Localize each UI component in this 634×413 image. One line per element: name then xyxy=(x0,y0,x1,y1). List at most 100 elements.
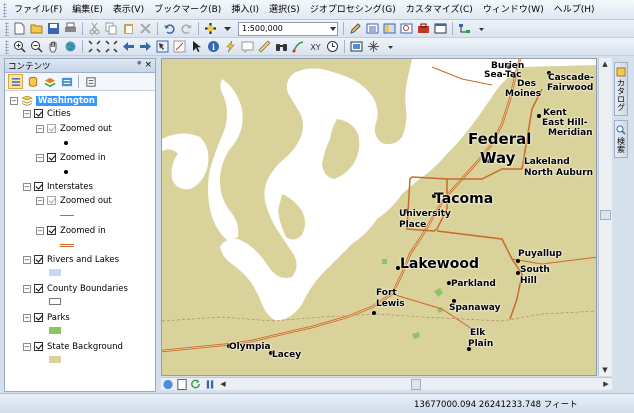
search-tab[interactable]: 検索 xyxy=(614,120,628,158)
collapse-toggle[interactable]: − xyxy=(23,284,31,293)
class-interstates-zoomed-out[interactable]: − Zoomed out xyxy=(36,194,112,207)
full-extent-button[interactable] xyxy=(63,39,78,54)
model-builder-button[interactable] xyxy=(457,21,472,36)
class-visibility-checkbox[interactable] xyxy=(47,196,56,205)
toc-options-button[interactable] xyxy=(83,74,98,89)
layer-rivers-and-lakes[interactable]: − Rivers and Lakes xyxy=(23,253,119,266)
arctoolbox-button[interactable] xyxy=(416,21,431,36)
menu-grip[interactable] xyxy=(3,2,7,17)
delete-button[interactable] xyxy=(138,21,153,36)
add-data-dropdown[interactable] xyxy=(220,21,235,36)
pause-drawing-button[interactable] xyxy=(204,379,216,390)
python-window-button[interactable] xyxy=(433,21,448,36)
toolbar-grip[interactable] xyxy=(5,39,9,54)
scroll-up-arrow[interactable]: ▲ xyxy=(599,58,611,70)
layer-visibility-checkbox[interactable] xyxy=(34,109,43,118)
scroll-thumb[interactable] xyxy=(411,378,421,390)
menu-bookmarks[interactable]: ブックマーク(B) xyxy=(149,0,226,20)
toolbar-options-dropdown[interactable] xyxy=(474,21,489,36)
map-horizontal-scrollbar[interactable]: ◀ ▶ xyxy=(161,377,612,390)
class-visibility-checkbox[interactable] xyxy=(47,153,56,162)
menu-edit[interactable]: 編集(E) xyxy=(67,0,108,20)
pin-icon[interactable]: ᵠ xyxy=(137,60,141,70)
data-frame-node[interactable]: − Washington xyxy=(10,94,97,107)
layer-cities[interactable]: − Cities xyxy=(23,107,71,120)
find-button[interactable] xyxy=(274,39,289,54)
create-viewer-window-button[interactable] xyxy=(349,39,364,54)
time-slider-button[interactable] xyxy=(325,39,340,54)
hyperlink-button[interactable] xyxy=(223,39,238,54)
clear-selection-button[interactable] xyxy=(172,39,187,54)
search-window-button[interactable] xyxy=(399,21,414,36)
cut-button[interactable] xyxy=(87,21,102,36)
collapse-toggle[interactable]: − xyxy=(23,313,31,322)
map-vertical-scrollbar[interactable]: ▲ ▼ xyxy=(598,58,612,376)
collapse-toggle[interactable]: − xyxy=(36,153,44,162)
swipe-button[interactable] xyxy=(366,39,381,54)
layer-visibility-checkbox[interactable] xyxy=(34,182,43,191)
layer-interstates[interactable]: − Interstates xyxy=(23,180,93,193)
class-cities-zoomed-in[interactable]: − Zoomed in xyxy=(36,151,106,164)
redo-button[interactable] xyxy=(179,21,194,36)
collapse-toggle[interactable]: − xyxy=(10,96,18,105)
editor-toolbar-button[interactable] xyxy=(348,21,363,36)
menu-view[interactable]: 表示(V) xyxy=(108,0,149,20)
html-popup-button[interactable] xyxy=(240,39,255,54)
copy-button[interactable] xyxy=(104,21,119,36)
undo-button[interactable] xyxy=(162,21,177,36)
collapse-toggle[interactable]: − xyxy=(36,124,44,133)
list-by-visibility-button[interactable] xyxy=(42,74,57,89)
scroll-right-arrow[interactable]: ▶ xyxy=(600,378,612,390)
collapse-toggle[interactable]: − xyxy=(23,109,31,118)
map-view[interactable]: Burien Sea-Tac Des Moines Cascade- Fairw… xyxy=(161,58,597,376)
catalog-tab[interactable]: カタログ xyxy=(614,62,628,116)
select-elements-button[interactable] xyxy=(189,39,204,54)
collapse-toggle[interactable]: − xyxy=(36,226,44,235)
find-route-button[interactable] xyxy=(291,39,306,54)
scroll-track[interactable] xyxy=(229,378,600,390)
layer-visibility-checkbox[interactable] xyxy=(34,313,43,322)
class-visibility-checkbox[interactable] xyxy=(47,226,56,235)
menu-geoprocessing[interactable]: ジオプロセシング(G) xyxy=(305,0,401,20)
new-document-button[interactable] xyxy=(12,21,27,36)
menu-selection[interactable]: 選択(S) xyxy=(264,0,305,20)
save-button[interactable] xyxy=(46,21,61,36)
class-cities-zoomed-out[interactable]: − Zoomed out xyxy=(36,122,112,135)
tools-options-dropdown[interactable] xyxy=(383,39,398,54)
layer-state-background[interactable]: − State Background xyxy=(23,340,123,353)
table-of-contents-button[interactable] xyxy=(365,21,380,36)
select-features-button[interactable] xyxy=(155,39,170,54)
paste-button[interactable] xyxy=(121,21,136,36)
data-view-button[interactable] xyxy=(162,379,174,390)
print-button[interactable] xyxy=(63,21,78,36)
add-data-button[interactable] xyxy=(203,21,218,36)
layer-parks[interactable]: − Parks xyxy=(23,311,70,324)
zoom-in-button[interactable] xyxy=(12,39,27,54)
identify-button[interactable]: i xyxy=(206,39,221,54)
layer-visibility-checkbox[interactable] xyxy=(34,342,43,351)
fixed-zoom-out-button[interactable] xyxy=(104,39,119,54)
close-icon[interactable]: × xyxy=(144,60,152,70)
scroll-left-arrow[interactable]: ◀ xyxy=(217,378,229,390)
list-by-selection-button[interactable] xyxy=(59,74,74,89)
open-button[interactable] xyxy=(29,21,44,36)
layer-visibility-checkbox[interactable] xyxy=(34,255,43,264)
menu-help[interactable]: ヘルプ(H) xyxy=(549,0,600,20)
menu-windows[interactable]: ウィンドウ(W) xyxy=(478,0,549,20)
class-interstates-zoomed-in[interactable]: − Zoomed in xyxy=(36,224,106,237)
collapse-toggle[interactable]: − xyxy=(36,196,44,205)
refresh-button[interactable] xyxy=(190,378,202,390)
pan-button[interactable] xyxy=(46,39,61,54)
go-forward-button[interactable] xyxy=(138,39,153,54)
scroll-down-arrow[interactable]: ▼ xyxy=(599,364,611,376)
list-by-source-button[interactable] xyxy=(25,74,40,89)
menu-file[interactable]: ファイル(F) xyxy=(9,0,67,20)
list-by-drawing-order-button[interactable] xyxy=(8,74,23,89)
collapse-toggle[interactable]: − xyxy=(23,182,31,191)
measure-button[interactable] xyxy=(257,39,272,54)
zoom-out-button[interactable] xyxy=(29,39,44,54)
layer-county-boundaries[interactable]: − County Boundaries xyxy=(23,282,128,295)
toolbar-grip[interactable] xyxy=(5,21,9,36)
collapse-toggle[interactable]: − xyxy=(23,342,31,351)
menu-insert[interactable]: 挿入(I) xyxy=(226,0,264,20)
